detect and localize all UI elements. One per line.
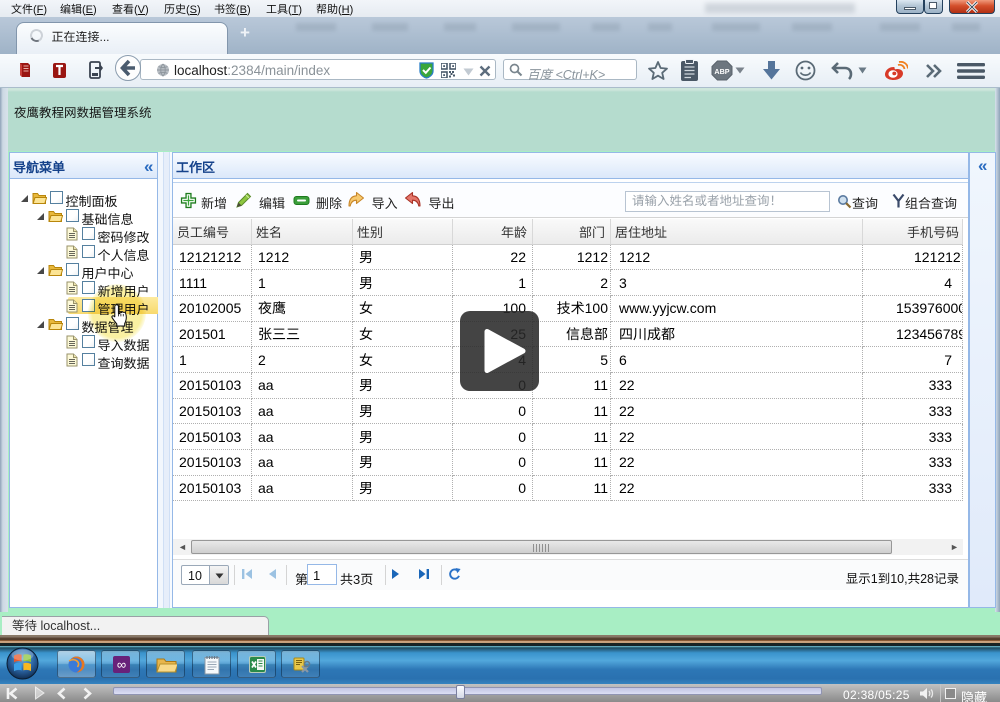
svg-text:∞: ∞ — [116, 657, 125, 672]
svg-text:ABP: ABP — [714, 67, 729, 76]
